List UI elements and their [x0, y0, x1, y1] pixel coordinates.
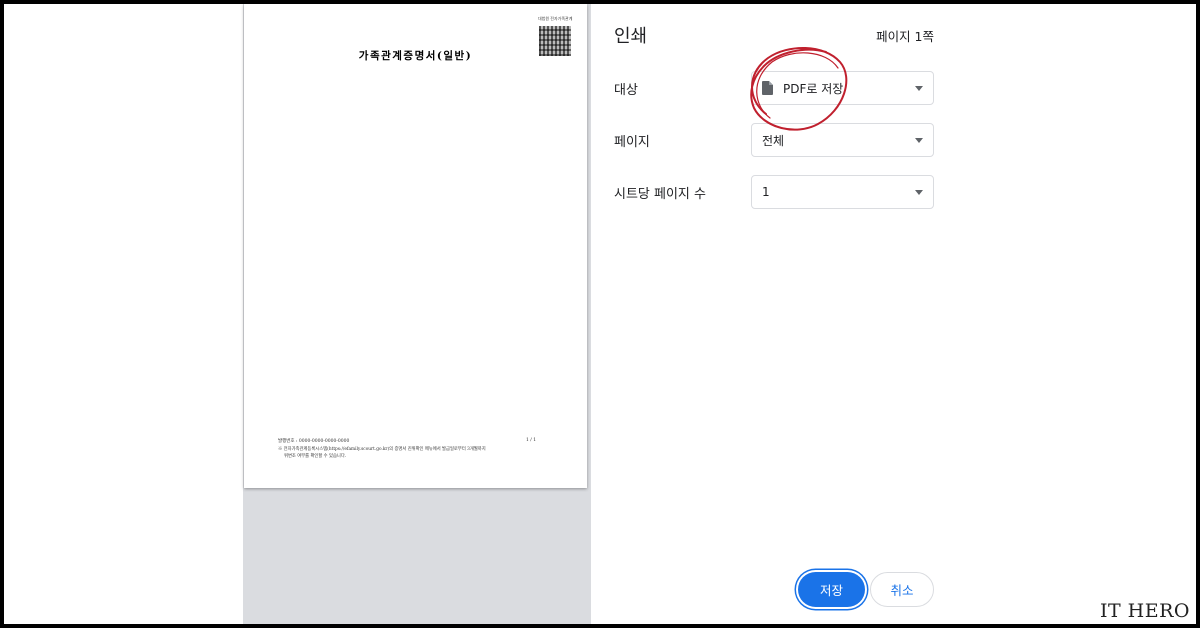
print-dialog-title: 인쇄 [614, 26, 648, 47]
cancel-button[interactable]: 취소 [870, 572, 934, 607]
pages-per-sheet-select[interactable]: 1 [751, 175, 934, 209]
footer-note: ※ 전자가족관계등록시스템(https://efamily.scourt.go.… [278, 447, 486, 452]
page-indicator: 1 / 1 [526, 438, 537, 443]
watermark-text: IT HERO [1099, 600, 1190, 622]
pages-label: 페이지 [614, 135, 650, 150]
page-count: 페이지 1쪽 [876, 29, 934, 44]
destination-select[interactable]: PDF로 저장 [751, 71, 934, 105]
document-icon [762, 81, 773, 95]
pages-per-sheet-label: 시트당 페이지 수 [614, 187, 706, 202]
preview-page: 대법원 전자가족관계 가족관계증명서(일반) 발행번호 : 0000-0000-… [244, 4, 587, 488]
destination-value: PDF로 저장 [783, 81, 844, 96]
issue-number: 발행번호 : 0000-0000-0000-0000 [278, 439, 350, 444]
pages-per-sheet-value: 1 [762, 185, 770, 199]
footer-note-line2: 위변조 여부를 확인할 수 있습니다. [284, 454, 347, 459]
image-border [0, 0, 1200, 628]
pages-select[interactable]: 전체 [751, 123, 934, 157]
destination-label: 대상 [614, 83, 638, 98]
chevron-down-icon [915, 190, 923, 195]
pages-value: 전체 [762, 133, 785, 148]
chevron-down-icon [915, 86, 923, 91]
chevron-down-icon [915, 138, 923, 143]
save-button[interactable]: 저장 [798, 572, 865, 607]
document-title: 가족관계증명서(일반) [358, 50, 473, 62]
qr-header-text: 대법원 전자가족관계 [538, 16, 573, 21]
